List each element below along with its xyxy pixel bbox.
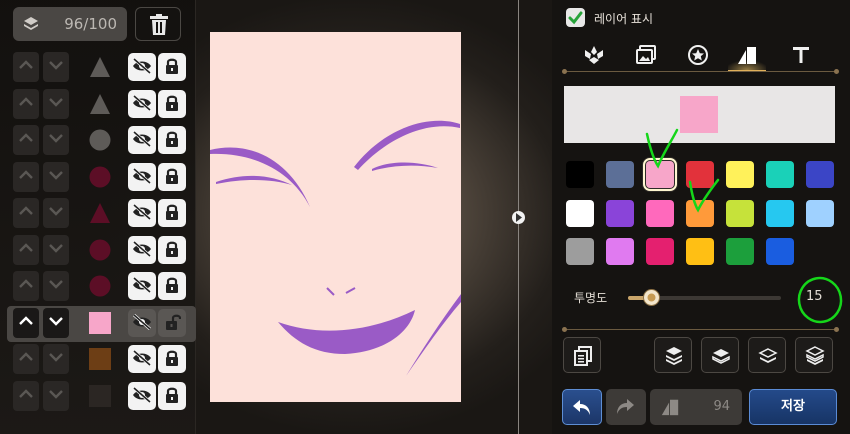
circle-annotation [797, 276, 843, 324]
annotation-overlay [645, 128, 843, 324]
checkmark-annotation [688, 178, 720, 213]
checkmark-annotation [645, 128, 679, 169]
